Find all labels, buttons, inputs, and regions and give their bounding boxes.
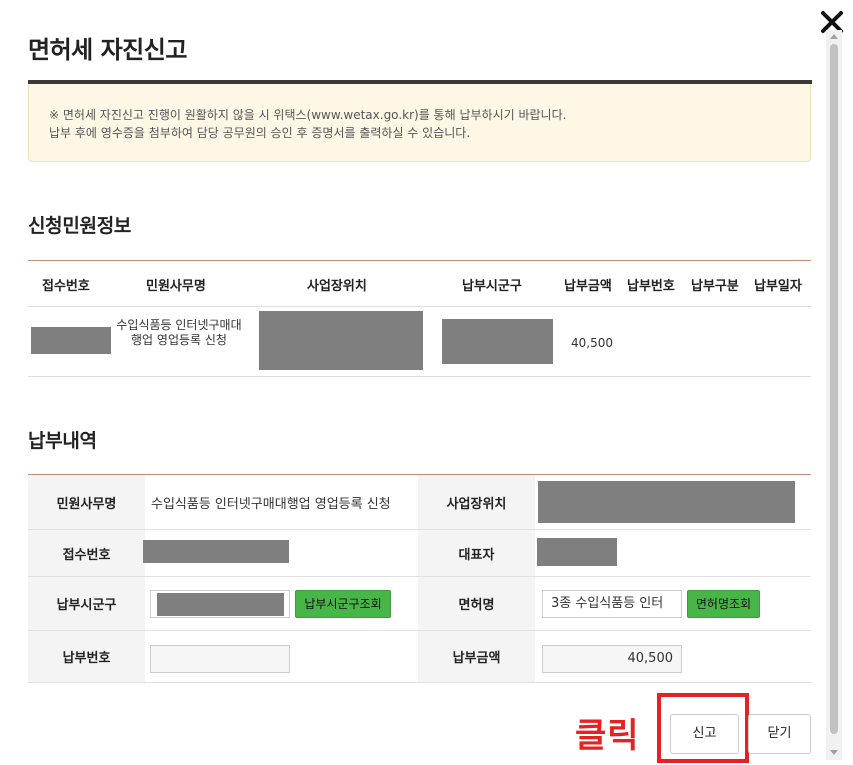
- label-license-name: 면허명: [458, 598, 495, 613]
- scrollbar[interactable]: [826, 30, 842, 760]
- redacted-representative: [537, 538, 617, 566]
- district-lookup-button[interactable]: 납부시군구조회: [295, 590, 391, 618]
- notice-line-1: ※ 면허세 자진신고 진행이 원활하지 않을 시 위택스(www.wetax.g…: [49, 108, 567, 122]
- applicant-amount: 40,500: [571, 336, 613, 350]
- redacted-district-value: [157, 593, 284, 616]
- col-header-amount: 납부금액: [564, 279, 612, 294]
- report-button[interactable]: 신고: [670, 714, 739, 754]
- label-service-name: 민원사무명: [56, 497, 117, 512]
- scroll-up-icon[interactable]: [830, 34, 838, 39]
- applicant-service-name: 수입식품등 인터넷구매대행업 영업등록 신청: [116, 318, 242, 347]
- row-divider: [28, 630, 811, 631]
- label-payment-no: 납부번호: [62, 651, 111, 666]
- col-header-service-name: 민원사무명: [146, 279, 206, 294]
- close-button[interactable]: 닫기: [748, 714, 811, 754]
- notice-line-2: 납부 후에 영수증을 첨부하여 담당 공무원의 승인 후 증명서를 출력하실 수…: [49, 126, 471, 140]
- scroll-thumb[interactable]: [830, 44, 838, 734]
- col-header-payment-no: 납부번호: [627, 279, 675, 294]
- label-receipt-no: 접수번호: [62, 548, 111, 563]
- applicant-section-title: 신청민원정보: [28, 215, 132, 237]
- click-annotation-text: 클릭: [575, 716, 640, 756]
- row-divider: [28, 529, 811, 530]
- scroll-down-icon[interactable]: [830, 750, 838, 755]
- label-payment-amount: 납부금액: [452, 651, 501, 666]
- payment-section-title: 납부내역: [28, 430, 97, 452]
- redacted-business-location: [538, 481, 795, 523]
- payment-amount-field: 40,500: [542, 645, 682, 673]
- label-district: 납부시군구: [56, 598, 117, 613]
- col-header-location: 사업장위치: [307, 279, 367, 294]
- label-representative: 대표자: [458, 548, 495, 563]
- col-header-payment-type: 납부구분: [691, 279, 739, 294]
- redacted-location: [259, 311, 423, 370]
- redacted-receipt-no-2: [143, 540, 289, 563]
- redacted-receipt-no: [31, 327, 111, 354]
- payment-no-field[interactable]: [150, 645, 290, 673]
- license-name-field[interactable]: 3종 수입식품등 인터: [542, 590, 682, 618]
- col-header-receipt-no: 접수번호: [42, 279, 90, 294]
- modal-title: 면허세 자진신고: [28, 36, 187, 64]
- header-rule: [28, 306, 811, 307]
- label-business-location: 사업장위치: [446, 497, 507, 512]
- row-bottom-rule: [28, 376, 811, 377]
- row-divider: [28, 682, 811, 683]
- notice-box: ※ 면허세 자진신고 진행이 원활하지 않을 시 위택스(www.wetax.g…: [28, 84, 811, 162]
- col-header-payment-date: 납부일자: [754, 279, 802, 294]
- redacted-district: [442, 319, 553, 364]
- license-lookup-button[interactable]: 면허명조회: [687, 590, 760, 618]
- table-top-rule: [28, 260, 811, 261]
- value-service-name: 수입식품등 인터넷구매대행업 영업등록 신청: [151, 497, 391, 512]
- row-divider: [28, 576, 811, 577]
- col-header-district: 납부시군구: [462, 279, 522, 294]
